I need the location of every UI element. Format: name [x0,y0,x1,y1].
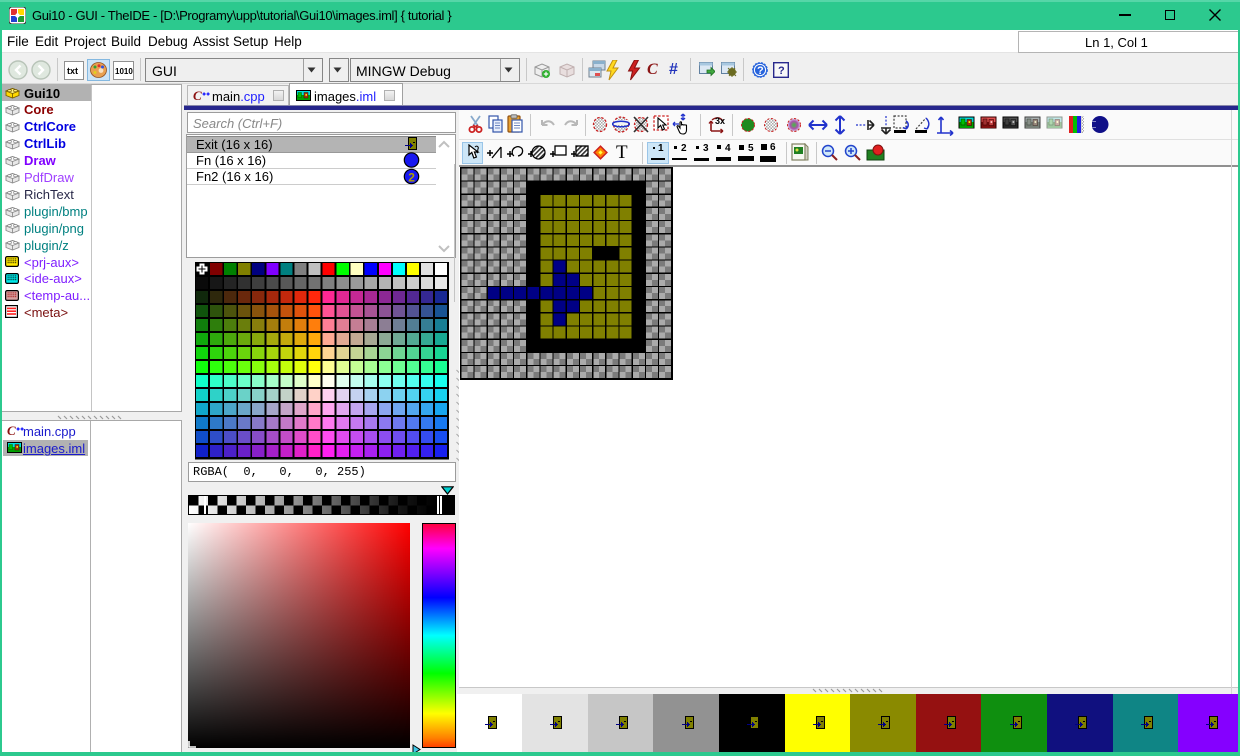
svg-text:C: C [193,89,202,102]
svg-text:3x: 3x [715,116,725,126]
svg-text:?: ? [757,65,764,77]
svg-text:C: C [7,424,16,437]
svg-text:2: 2 [408,171,415,185]
svg-text:?: ? [778,65,785,77]
